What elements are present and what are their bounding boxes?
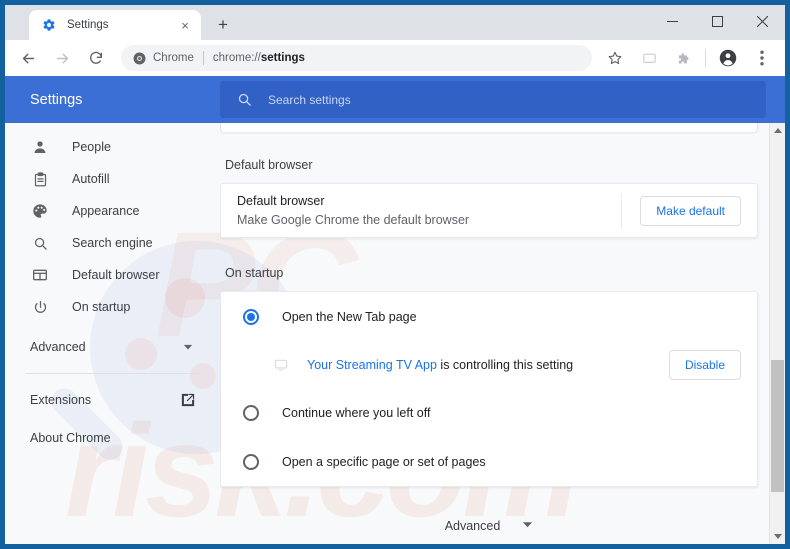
default-browser-row-text: Default browser Make Google Chrome the d… [237,192,611,228]
search-settings-input[interactable]: Search settings [220,81,766,118]
settings-content: Default browser Default browser Make Goo… [220,123,785,544]
tab-strip: Settings × + [5,5,785,40]
disable-extension-button[interactable]: Disable [668,349,741,380]
sidebar-item-label: Search engine [72,236,153,250]
chevron-down-icon [522,517,533,535]
search-icon [30,233,50,253]
startup-option-label: Open a specific page or set of pages [282,454,486,469]
row-divider [621,192,623,229]
url-scheme: chrome:// [212,52,261,64]
back-arrow-icon[interactable] [14,44,42,72]
extension-notice-text: Your Streaming TV App is controlling thi… [307,358,669,372]
power-icon [30,297,50,317]
advanced-expander[interactable]: Advanced [220,517,758,535]
caret-down-icon [773,534,782,539]
radio-button-selected[interactable] [243,308,259,325]
minimize-button[interactable] [650,5,695,37]
reload-icon[interactable] [82,44,110,72]
profile-avatar-icon[interactable] [714,44,742,72]
radio-button[interactable] [243,453,259,470]
address-bar[interactable]: Chrome chrome://settings [121,45,592,71]
sidebar-item-autofill[interactable]: Autofill [5,163,220,195]
chrome-logo-icon [133,52,146,65]
omnibox-separator [202,51,204,65]
browser-window-icon [30,265,50,285]
sidebar-item-appearance[interactable]: Appearance [5,195,220,227]
on-startup-card: Open the New Tab page Your Streaming TV … [220,291,758,487]
sidebar-item-label: Default browser [72,268,160,282]
make-default-button[interactable]: Make default [640,195,741,226]
extension-link[interactable]: Your Streaming TV App [307,358,437,372]
sidebar-item-label: Autofill [72,172,110,186]
startup-option-continue[interactable]: Continue where you left off [221,388,757,437]
sidebar-item-label: Advanced [30,340,86,354]
window-controls [650,5,785,37]
advanced-expander-label: Advanced [444,519,501,533]
url-path: settings [260,52,305,64]
tab-title: Settings [67,19,109,31]
sidebar-divider [25,373,202,374]
settings-body: PC risk.com People Autofill [5,123,785,544]
sidebar-item-label: People [72,140,111,154]
search-placeholder: Search settings [268,92,351,107]
startup-option-new-tab[interactable]: Open the New Tab page [221,292,757,341]
default-browser-row-title: Default browser [237,194,325,209]
extension-controlled-icon [273,357,288,372]
default-browser-row-subtitle: Make Google Chrome the default browser [237,212,470,227]
startup-option-label: Continue where you left off [282,405,431,420]
browser-toolbar: Chrome chrome://settings [5,40,785,76]
security-chip-label: Chrome [153,52,194,64]
section-title-default-browser: Default browser [225,158,313,172]
chevron-down-icon [178,337,198,357]
startup-option-label: Open the New Tab page [282,309,417,324]
omnibox-url: chrome://settings [213,52,305,64]
sidebar-item-label: Extensions [30,393,92,407]
close-button[interactable] [740,5,785,37]
search-icon [237,92,252,107]
startup-option-specific-pages[interactable]: Open a specific page or set of pages [221,437,757,486]
three-dot-menu-icon[interactable] [748,44,776,72]
settings-sidebar: People Autofill Appearance Search engine [5,123,220,544]
section-title-on-startup: On startup [225,266,284,280]
person-icon [30,137,50,157]
scroll-up-arrow[interactable] [770,123,785,138]
sidebar-item-about-chrome[interactable]: About Chrome [5,422,220,454]
palette-icon [30,201,50,221]
extension-puzzle-icon[interactable] [669,44,697,72]
chrome-settings-gear-icon [41,17,57,33]
scrollbar-thumb[interactable] [771,360,784,492]
vertical-scrollbar[interactable] [769,123,785,544]
sidebar-item-on-startup[interactable]: On startup [5,291,220,323]
sidebar-item-search-engine[interactable]: Search engine [5,227,220,259]
sidebar-item-label: About Chrome [30,431,111,445]
partial-card-above [220,123,758,132]
forward-arrow-icon[interactable] [48,44,76,72]
sidebar-item-label: Appearance [72,204,140,218]
new-tab-button[interactable]: + [209,11,237,39]
toolbar-right-actions [598,44,779,72]
scroll-down-arrow[interactable] [770,529,785,544]
tab-settings[interactable]: Settings × [29,10,201,40]
toolbar-divider [705,49,706,67]
browser-window: Settings × + Chrome chrome://settings Se… [0,0,790,549]
default-browser-card: Default browser Make Google Chrome the d… [220,183,758,238]
extension-controlled-notice: Your Streaming TV App is controlling thi… [221,341,757,388]
star-icon[interactable] [601,44,629,72]
cast-icon[interactable] [635,44,663,72]
clipboard-icon [30,169,50,189]
caret-up-icon [773,128,782,133]
tab-close-icon[interactable]: × [177,17,193,33]
sidebar-item-advanced[interactable]: Advanced [5,331,220,363]
settings-header: Settings Search settings [5,76,785,123]
page-title: Settings [30,91,83,108]
open-in-new-icon [178,390,198,410]
default-browser-row: Default browser Make Google Chrome the d… [221,184,757,237]
radio-button[interactable] [243,404,259,421]
sidebar-item-label: On startup [72,300,131,314]
maximize-button[interactable] [695,5,740,37]
sidebar-item-people[interactable]: People [5,131,220,163]
sidebar-item-default-browser[interactable]: Default browser [5,259,220,291]
extension-notice-rest: is controlling this setting [436,357,574,372]
sidebar-item-extensions[interactable]: Extensions [5,384,220,416]
